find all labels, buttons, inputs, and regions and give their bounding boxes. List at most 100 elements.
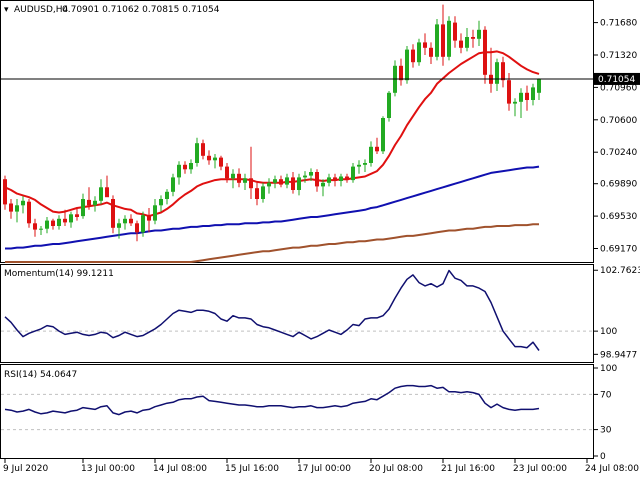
candle-body <box>513 101 517 104</box>
price-chart[interactable]: 0.716800.713200.709600.706000.702400.698… <box>0 0 640 480</box>
candle-body <box>201 143 205 156</box>
candle-body <box>183 164 187 170</box>
candle-body <box>111 199 115 228</box>
candle-body <box>57 218 61 226</box>
candle-body <box>219 157 223 167</box>
candle-body <box>303 175 307 178</box>
candle-body <box>141 215 145 233</box>
candle-body <box>189 163 193 170</box>
candle-body <box>237 173 241 183</box>
candle-body <box>87 199 91 206</box>
candle-body <box>21 200 25 206</box>
candle-body <box>309 172 313 176</box>
rsi-pane-frame <box>0 364 594 459</box>
rsi-axis-tick-label: 100 <box>600 364 617 374</box>
candle-body <box>249 178 253 189</box>
time-axis: 9 Jul 2020 13 Jul 00:00 14 Jul 08:00 15 Jul… <box>3 459 639 474</box>
momentum-axis-tick-label: 100 <box>600 327 617 337</box>
candle-body <box>333 177 337 181</box>
rsi-axis-tick-label: 30 <box>600 426 612 436</box>
price-axis-tick-label: 0.69170 <box>600 245 637 255</box>
candle-body <box>375 146 379 152</box>
candle-body <box>3 179 7 205</box>
candle-body <box>321 182 325 187</box>
candle-body <box>405 49 409 81</box>
price-axis-tick-label: 0.70240 <box>600 148 637 158</box>
price-axis-tick-label: 0.69890 <box>600 180 637 190</box>
candle-body <box>39 228 43 230</box>
price-axis-tick-label: 0.69530 <box>600 212 637 222</box>
candle-body <box>165 191 169 199</box>
candle-body <box>537 79 541 93</box>
candle-body <box>297 177 301 190</box>
candle-body <box>345 176 349 181</box>
candle-body <box>327 177 331 183</box>
candle-body <box>261 186 265 199</box>
momentum-axis-tick-label: 98.9477 <box>600 350 637 360</box>
candle-body <box>153 205 157 221</box>
candle-body <box>225 166 229 179</box>
candle-body <box>267 182 271 187</box>
candle-body <box>441 24 445 57</box>
candle-body <box>495 62 499 84</box>
candle-body <box>69 214 73 223</box>
time-tick-label: 15 Jul 16:00 <box>225 464 279 474</box>
price-axis-tick-label: 0.71680 <box>600 19 637 29</box>
momentum-axis-tick-label: 102.7623 <box>600 266 640 276</box>
current-price-label: 0.71054 <box>598 75 635 85</box>
candle-body <box>369 146 373 163</box>
candle-body <box>531 87 535 100</box>
candle-body <box>195 143 199 163</box>
candle-body <box>483 29 487 75</box>
candle-body <box>33 223 37 230</box>
candle-body <box>525 92 529 100</box>
candle-body <box>363 163 367 165</box>
time-tick-label: 14 Jul 08:00 <box>153 464 207 474</box>
candle-body <box>243 178 247 183</box>
candle-body <box>423 42 427 48</box>
candle-body <box>429 47 433 57</box>
time-tick-label: 23 Jul 00:00 <box>513 464 567 474</box>
collapse-arrow-icon[interactable]: ▾ <box>4 5 9 15</box>
candle-body <box>9 203 13 212</box>
candle-body <box>435 24 439 57</box>
candle-body <box>459 40 463 48</box>
candle-body <box>63 218 67 223</box>
candle-body <box>231 173 235 179</box>
candle-body <box>291 177 295 190</box>
candle-body <box>51 220 55 226</box>
candle-body <box>417 42 421 63</box>
momentum-title: Momentum(14) 99.1211 <box>4 269 114 279</box>
rsi-title: RSI(14) 54.0647 <box>4 370 77 380</box>
candle-body <box>351 166 355 181</box>
time-tick-label: 24 Jul 08:00 <box>585 464 639 474</box>
candle-body <box>171 177 175 192</box>
candle-body <box>477 29 481 39</box>
time-tick-label: 9 Jul 2020 <box>3 464 48 474</box>
momentum-pane-frame <box>0 264 594 363</box>
candle-body <box>147 215 151 221</box>
candle-body <box>99 187 103 201</box>
candle-body <box>411 49 415 63</box>
candle-body <box>465 37 469 48</box>
candle-body <box>339 176 343 181</box>
candle-body <box>159 199 163 206</box>
price-axis-tick-label: 0.71320 <box>600 51 637 61</box>
time-tick-label: 21 Jul 16:00 <box>441 464 495 474</box>
candle-body <box>471 37 475 39</box>
candle-body <box>447 20 451 57</box>
candle-body <box>75 214 79 217</box>
time-tick-label: 20 Jul 08:00 <box>369 464 423 474</box>
time-tick-label: 17 Jul 00:00 <box>297 464 351 474</box>
ohlc-readout: 0.70901 0.71062 0.70815 0.71054 <box>62 5 220 15</box>
candle-body <box>135 223 139 233</box>
candle-body <box>501 62 505 81</box>
price-axis-tick-label: 0.70600 <box>600 116 637 126</box>
candle-body <box>213 157 217 161</box>
candle-body <box>507 80 511 104</box>
candle-body <box>129 218 133 224</box>
rsi-axis-tick-label: 70 <box>600 390 612 400</box>
symbol-title: AUDUSD,H4 <box>14 5 69 15</box>
candle-body <box>387 92 391 118</box>
candle-body <box>453 22 457 41</box>
